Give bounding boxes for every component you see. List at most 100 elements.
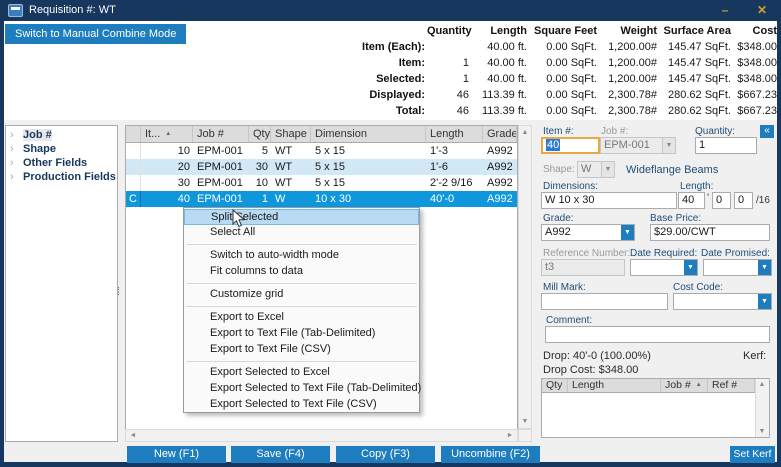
grid-row-40-selected[interactable]: C40EPM-0011W10 x 3040'-0A992 [126,191,517,207]
drop-grid-header-ref[interactable]: Ref # [708,379,755,392]
summary-cell: 1 [427,71,469,87]
shape-description: Wideflange Beams [626,164,718,176]
reference-number-label: Reference Number: [543,248,630,259]
shape-select[interactable]: W▼ [577,161,615,178]
field-tree: ›Job # ›Shape ›Other Fields ›Production … [5,125,118,442]
chevron-right-icon: › [10,156,14,170]
grid-vertical-scrollbar[interactable]: ▲ ▼ [518,125,532,429]
dropdown-icon[interactable]: ▼ [684,260,697,275]
item-number-field[interactable]: 40 [541,137,600,154]
menu-item-export-selected-excel[interactable]: Export Selected to Excel [184,365,419,381]
length-inches-field[interactable]: 0 [712,192,731,209]
summary-cell: 40.00 ft. [469,71,527,87]
length-sixteenths-field[interactable]: 0 [734,192,753,209]
drop-grid-header-qty[interactable]: Qty [542,379,568,392]
drop-grid-header-job[interactable]: Job #▲ [661,379,708,392]
drop-grid-header-row: Qty Length Job #▲ Ref # [542,379,769,393]
titlebar: Requisition #: WT – ✕ [0,0,781,21]
summary-row-label: Displayed: [332,87,427,103]
dimensions-field[interactable]: W 10 x 30 [541,192,677,209]
comment-field[interactable] [545,326,770,343]
grid-header-job[interactable]: Job # [193,126,249,142]
base-price-label: Base Price: [650,213,701,224]
scroll-up-icon[interactable]: ▲ [756,379,768,390]
length-label: Length: [680,181,713,192]
summary-row-label: Selected: [332,71,427,87]
mill-mark-field[interactable] [541,293,668,310]
grid-header-length[interactable]: Length [426,126,483,142]
drop-grid-scrollbar[interactable]: ▲ ▼ [755,379,769,437]
job-number-select[interactable]: EPM-001▼ [600,137,676,154]
date-required-select[interactable]: ▼ [630,259,698,276]
summary-cell: 280.62 SqFt. [657,87,731,103]
tree-item-production-fields[interactable]: ›Production Fields [6,170,117,184]
scroll-down-icon[interactable]: ▼ [756,426,768,437]
collapse-panel-button[interactable]: « [760,125,774,138]
dropdown-icon[interactable]: ▼ [758,294,771,309]
grid-header-item[interactable]: It...▲ [141,126,193,142]
reference-number-field[interactable]: t3 [541,259,625,276]
grid-horizontal-scrollbar[interactable]: ◄ ► [125,429,518,442]
grid-header-dimension[interactable]: Dimension [311,126,426,142]
menu-item-customize-grid[interactable]: Customize grid [184,287,419,303]
dropdown-icon[interactable]: ▼ [621,225,634,240]
base-price-field[interactable]: $29.00/CWT [650,224,770,241]
menu-item-export-csv[interactable]: Export to Text File (CSV) [184,342,419,358]
requisition-window: Requisition #: WT – ✕ Switch to Manual C… [0,0,781,467]
set-kerf-button[interactable]: Set Kerf [730,446,775,463]
chevron-right-icon: › [10,128,14,142]
summary-cell: 2,300.78# [597,87,657,103]
scroll-right-icon[interactable]: ► [504,430,516,441]
summary-cell: $667.23 [731,87,777,103]
grid-header-grade[interactable]: Grade [483,126,517,142]
grid-row-10[interactable]: 10EPM-0015WT5 x 151'-3A992 [126,143,517,159]
quantity-field[interactable]: 1 [695,137,757,154]
comment-label: Comment: [546,315,592,326]
menu-item-auto-width[interactable]: Switch to auto-width mode [184,248,419,264]
uncombine-button[interactable]: Uncombine (F2) [441,446,540,463]
dimensions-label: Dimensions: [543,181,598,192]
tree-item-shape[interactable]: ›Shape [6,142,117,156]
summary-cell: 145.47 SqFt. [657,71,731,87]
menu-item-select-all[interactable]: Select All [184,225,419,241]
date-required-label: Date Required: [630,248,697,259]
date-promised-select[interactable]: ▼ [703,259,772,276]
scroll-up-icon[interactable]: ▲ [519,127,531,138]
cost-code-select[interactable]: ▼ [673,293,772,310]
job-number-label: Job #: [601,126,628,137]
summary-cell: $348.00 [731,39,777,55]
new-button[interactable]: New (F1) [127,446,226,463]
menu-item-export-tab[interactable]: Export to Text File (Tab-Delimited) [184,326,419,342]
grade-select[interactable]: A992▼ [541,224,635,241]
scroll-left-icon[interactable]: ◄ [127,430,139,441]
scroll-down-icon[interactable]: ▼ [519,416,531,427]
menu-item-export-excel[interactable]: Export to Excel [184,310,419,326]
length-feet-field[interactable]: 40 [678,192,705,209]
grid-row-20[interactable]: 20EPM-00130WT5 x 151'-6A992 [126,159,517,175]
summary-cell: $348.00 [731,71,777,87]
drop-summary: Drop: 40'-0 (100.00%) [543,350,651,362]
date-promised-label: Date Promised: [701,248,770,259]
summary-cell: 1,200.00# [597,71,657,87]
menu-item-export-selected-tab[interactable]: Export Selected to Text File (Tab-Delimi… [184,381,419,397]
grid-header-qty[interactable]: Qty [249,126,271,142]
splitter-handle-icon[interactable]: ⁞ [117,287,120,297]
drop-grid-header-length[interactable]: Length [568,379,661,392]
close-icon[interactable]: ✕ [753,2,771,18]
summary-cell: 113.39 ft. [469,87,527,103]
menu-item-split-selected[interactable]: Split Selected [184,209,419,225]
minimize-icon[interactable]: – [716,2,734,18]
copy-button[interactable]: Copy (F3) [336,446,435,463]
switch-combine-mode-button[interactable]: Switch to Manual Combine Mode [5,24,186,44]
menu-item-fit-columns[interactable]: Fit columns to data [184,264,419,280]
grid-header-shape[interactable]: Shape [271,126,311,142]
summary-cell: 1,200.00# [597,39,657,55]
summary-cell: 1,200.00# [597,55,657,71]
grid-row-30[interactable]: 30EPM-00110WT5 x 152'-2 9/16A992 [126,175,517,191]
save-button[interactable]: Save (F4) [231,446,330,463]
dropdown-icon: ▼ [601,162,614,177]
dropdown-icon[interactable]: ▼ [758,260,771,275]
tree-item-job[interactable]: ›Job # [6,128,117,142]
tree-item-other-fields[interactable]: ›Other Fields [6,156,117,170]
menu-item-export-selected-csv[interactable]: Export Selected to Text File (CSV) [184,397,419,413]
